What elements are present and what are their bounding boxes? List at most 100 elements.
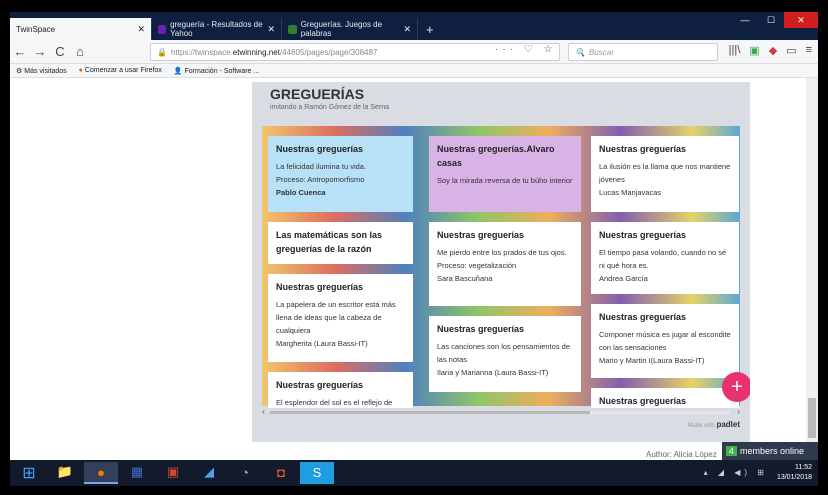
post-title: Nuestras greguerías: [599, 312, 687, 322]
yahoo-favicon-icon: [158, 24, 167, 34]
tab-greguerias[interactable]: Greguerías. Juegos de palabras ✕: [282, 18, 418, 40]
site-favicon-icon: [288, 24, 297, 34]
post-title: Nuestras greguerías: [599, 230, 687, 240]
close-tab-icon[interactable]: ✕: [403, 24, 411, 35]
post-text: Componer música es jugar al escondite co…: [599, 330, 731, 352]
extension-icon[interactable]: ▣: [749, 44, 759, 57]
horizontal-scrollbar[interactable]: ‹ ›: [262, 407, 740, 416]
post-text: Las canciones son los pensamientos de la…: [437, 342, 571, 364]
sidebar-icon[interactable]: ▭: [786, 44, 796, 57]
post-title: Nuestras greguerías: [276, 282, 364, 292]
browser-window: TwinSpace ✕ greguería - Resultados de Ya…: [10, 12, 818, 486]
home-icon[interactable]: ⌂: [70, 44, 90, 59]
minimize-icon[interactable]: —: [732, 12, 758, 28]
bookmark-star-icon[interactable]: ··· ♡ ☆: [495, 44, 556, 55]
bookmark-label: Más visitados: [24, 67, 67, 75]
post-card[interactable]: Nuestras greguerías La papelera de un es…: [268, 274, 413, 362]
post-title: Nuestras greguerías: [276, 380, 364, 390]
bookmark-label: Formación - Software ...: [184, 67, 260, 75]
skype-icon[interactable]: S: [300, 462, 334, 484]
members-online-badge[interactable]: 4 members online: [722, 442, 818, 460]
firefox-icon: ●: [78, 67, 83, 74]
post-author: Pablo Cuenca: [276, 188, 326, 197]
padlet-title: GREGUERÍAS: [270, 86, 365, 102]
post-text: Sara Bascuñana: [437, 274, 493, 283]
post-card[interactable]: Nuestras greguerías Componer música es j…: [591, 304, 739, 378]
close-tab-icon[interactable]: ✕: [137, 24, 145, 35]
post-text: Ilaria y Marianna (Laura Bassi-IT): [437, 368, 549, 377]
post-text: Mario y Martin I(Laura Bassi-IT): [599, 356, 705, 365]
windows-taskbar: ⊞ 📁 ● ▦ ▣ ◢ ◔ ◘ S ▴ ◢ ◀) ⊞ 11:52 13/01/2…: [10, 460, 818, 486]
post-card[interactable]: Nuestras greguerías.Alvaro casas Soy la …: [429, 136, 581, 212]
padlet-credit[interactable]: Made with padlet: [687, 420, 740, 429]
made-with-label: Made with: [687, 423, 715, 429]
reload-icon[interactable]: C: [50, 44, 70, 59]
toolbar-icons: |||\ ▣ ◆ ▭ ≡: [729, 44, 812, 57]
app-icon[interactable]: ◢: [192, 462, 226, 484]
post-card[interactable]: Nuestras greguerías El tiempo pasa volan…: [591, 222, 739, 294]
post-card[interactable]: Las matemáticas son las greguerías de la…: [268, 222, 413, 264]
clock-time: 11:52: [795, 464, 812, 471]
file-explorer-icon[interactable]: 📁: [48, 462, 82, 484]
post-title: Nuestras greguerías.Alvaro casas: [437, 144, 555, 168]
maximize-icon[interactable]: ☐: [758, 12, 784, 28]
media-icon[interactable]: ◔: [228, 462, 262, 484]
scroll-right-icon[interactable]: ›: [737, 407, 740, 416]
post-card[interactable]: Nuestras greguerías La ilusión es la lla…: [591, 136, 739, 212]
tab-yahoo[interactable]: greguería - Resultados de Yahoo ✕: [152, 18, 282, 40]
tab-twinspace[interactable]: TwinSpace ✕: [10, 18, 152, 40]
post-card[interactable]: Nuestras greguerías Las canciones son lo…: [429, 316, 581, 392]
powerpoint-icon[interactable]: ▣: [156, 462, 190, 484]
post-card[interactable]: Nuestras greguerías: [591, 388, 739, 408]
members-count: 4: [726, 446, 738, 456]
close-tab-icon[interactable]: ✕: [267, 24, 275, 35]
search-placeholder: Buscar: [588, 47, 614, 57]
bookmark-training[interactable]: 👤 Formación - Software ...: [174, 67, 259, 75]
vertical-scrollbar[interactable]: [806, 78, 818, 452]
clock[interactable]: 11:52 13/01/2018: [777, 463, 812, 483]
post-text: Proceso: Antropomorfismo: [276, 175, 365, 184]
bookmarks-bar: ⚙ Más visitados ● Comenzar a usar Firefo…: [10, 64, 818, 78]
word-icon[interactable]: ▦: [120, 462, 154, 484]
nav-bar: ← → C ⌂ 🔒 https://twinspace. etwinning.ne…: [10, 40, 818, 64]
members-label: members online: [740, 446, 805, 456]
post-text: Lucas Manjavacas: [599, 188, 662, 197]
post-card[interactable]: Nuestras greguerías El esplendor del sol…: [268, 372, 413, 408]
page-author: Author: Alicia López: [646, 450, 717, 459]
padlet-embed: GREGUERÍAS imitando a Ramón Gómez de la …: [252, 82, 750, 442]
new-tab-button[interactable]: +: [418, 18, 442, 40]
post-text: El tiempo pasa volando, cuando no sé ni …: [599, 248, 727, 270]
post-title: Nuestras greguerías: [437, 324, 525, 334]
post-card[interactable]: Nuestras greguerías La felicidad ilumina…: [268, 136, 413, 212]
post-text: Andrea García: [599, 274, 648, 283]
tab-label: TwinSpace: [16, 24, 56, 34]
padlet-subtitle: imitando a Ramón Gómez de la Serna: [270, 104, 390, 111]
close-window-icon[interactable]: ✕: [784, 12, 818, 28]
library-icon[interactable]: |||\: [729, 44, 741, 57]
add-post-button[interactable]: +: [722, 372, 750, 402]
scroll-thumb[interactable]: [270, 411, 590, 414]
bookmark-most-visited[interactable]: ⚙ Más visitados: [16, 67, 67, 75]
back-icon[interactable]: ←: [10, 44, 30, 59]
url-path: /44605/pages/page/308487: [279, 47, 378, 57]
search-input[interactable]: 🔍 Buscar: [568, 43, 718, 61]
firefox-icon[interactable]: ●: [84, 462, 118, 484]
bookmark-getting-started[interactable]: ● Comenzar a usar Firefox: [79, 67, 162, 74]
menu-icon[interactable]: ≡: [806, 44, 812, 57]
url-prefix: https://twinspace.: [170, 47, 233, 57]
padlet-logo: padlet: [716, 420, 740, 429]
addon-icon[interactable]: ◆: [769, 44, 777, 57]
post-text: La felicidad ilumina tu vida.: [276, 162, 367, 171]
tab-label: Greguerías. Juegos de palabras: [300, 20, 383, 38]
scroll-left-icon[interactable]: ‹: [262, 407, 265, 416]
search-icon: 🔍: [575, 47, 585, 57]
scroll-thumb[interactable]: [808, 398, 816, 438]
windows-start-icon[interactable]: ⊞: [10, 460, 48, 486]
window-controls: — ☐ ✕: [732, 12, 818, 28]
tab-bar: TwinSpace ✕ greguería - Resultados de Ya…: [10, 12, 818, 40]
forward-icon[interactable]: →: [30, 44, 50, 59]
office-icon[interactable]: ◘: [264, 462, 298, 484]
post-text: Proceso: vegetalización: [437, 261, 517, 270]
system-tray-icons[interactable]: ▴ ◢ ◀) ⊞: [704, 468, 768, 477]
post-card[interactable]: Nuestras greguerías Me pierdo entre los …: [429, 222, 581, 306]
